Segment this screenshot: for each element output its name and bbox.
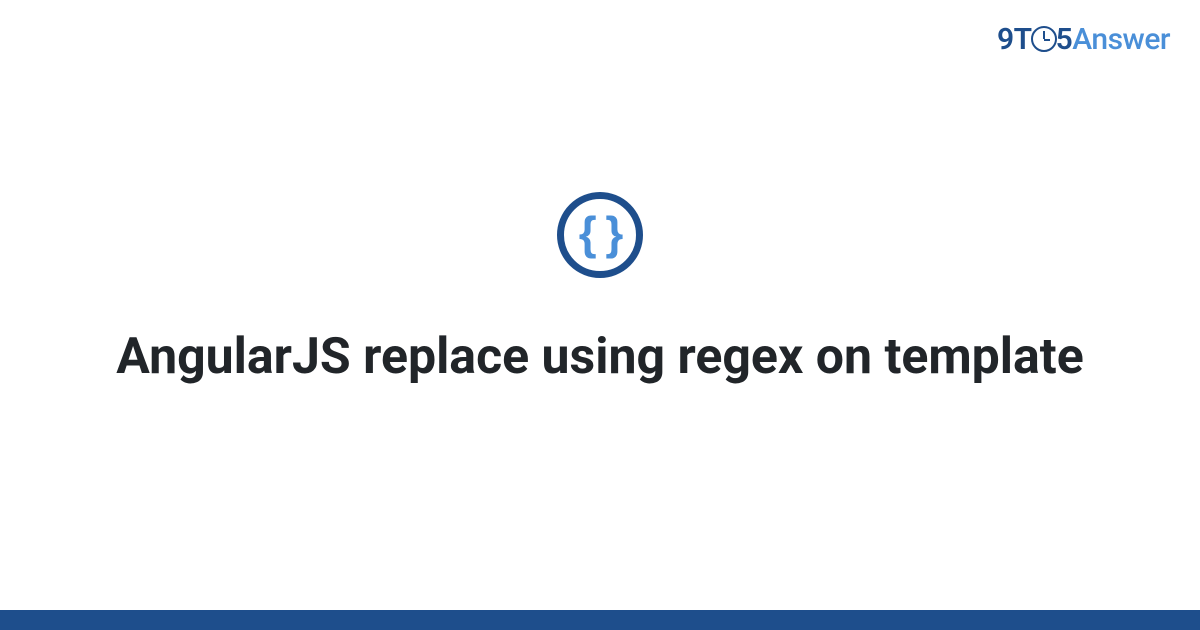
main-content: { } AngularJS replace using regex on tem… — [0, 0, 1200, 610]
footer-accent-bar — [0, 610, 1200, 630]
page-title: AngularJS replace using regex on templat… — [116, 326, 1083, 389]
code-braces-icon: { } — [579, 210, 622, 256]
category-icon-circle: { } — [557, 192, 643, 278]
